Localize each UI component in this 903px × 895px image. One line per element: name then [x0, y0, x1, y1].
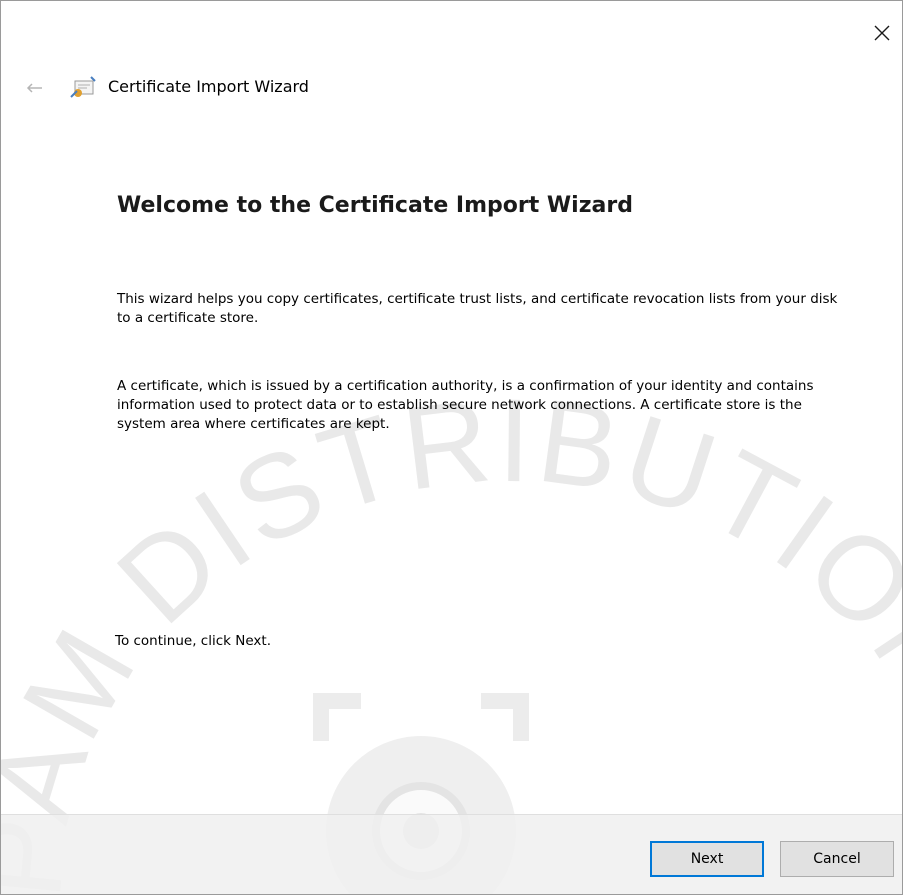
- cancel-button[interactable]: Cancel: [780, 841, 894, 877]
- close-icon: [874, 25, 890, 41]
- continue-hint: To continue, click Next.: [115, 633, 271, 649]
- page-heading: Welcome to the Certificate Import Wizard: [117, 193, 633, 218]
- watermark: PAM DISTRIBUTION: [1, 374, 902, 894]
- wizard-window: PAM DISTRIBUTION Certificate Import Wiza…: [0, 0, 903, 895]
- back-button[interactable]: [19, 75, 49, 101]
- back-arrow-icon: [26, 83, 42, 93]
- description-paragraph: A certificate, which is issued by a cert…: [117, 378, 814, 432]
- next-button[interactable]: Next: [650, 841, 764, 877]
- button-bar: Next Cancel: [1, 814, 902, 894]
- certificate-icon: [70, 76, 96, 98]
- wizard-title: Certificate Import Wizard: [108, 77, 309, 96]
- close-button[interactable]: [862, 15, 902, 51]
- intro-paragraph: This wizard helps you copy certificates,…: [117, 291, 838, 326]
